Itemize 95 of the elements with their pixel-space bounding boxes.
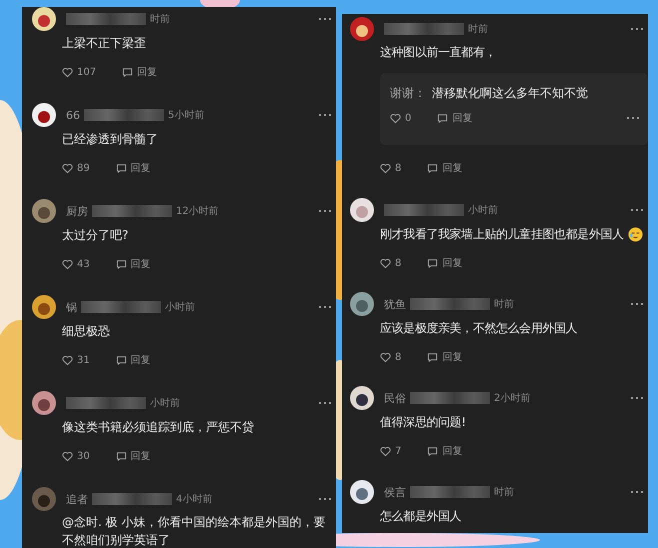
like-count: 8 xyxy=(395,258,402,268)
avatar xyxy=(350,198,374,222)
timestamp: 小时前 xyxy=(150,396,180,410)
comment-text: 刚才我看了我家墙上贴的儿童挂图也都是外国人 xyxy=(380,226,624,243)
comment-text: @念时. 极 小妹，你看中国的绘本都是外国的，要不然咱们别学英语了 xyxy=(62,514,326,548)
avatar xyxy=(350,17,374,41)
avatar xyxy=(350,480,374,504)
reply-link[interactable]: 回复 xyxy=(137,65,158,79)
reply-link[interactable]: 回复 xyxy=(452,111,472,125)
like-count: 31 xyxy=(77,354,90,366)
more-icon[interactable] xyxy=(630,27,644,31)
more-icon[interactable] xyxy=(318,401,332,405)
reply-text: 潜移默化啊这么多年不知不觉 xyxy=(432,85,588,101)
comment-text: 像这类书籍必须追踪到底，严惩不贷 xyxy=(62,419,254,436)
timestamp: 2小时前 xyxy=(494,392,530,405)
avatar xyxy=(32,391,56,415)
heart-icon[interactable] xyxy=(390,112,401,124)
user-name: 锅 xyxy=(66,300,77,314)
heart-icon[interactable] xyxy=(62,450,73,462)
avatar xyxy=(350,292,374,316)
more-icon[interactable] xyxy=(318,497,332,501)
timestamp: 时前 xyxy=(468,22,488,36)
comment-icon[interactable] xyxy=(116,162,127,174)
heart-icon[interactable] xyxy=(380,446,391,456)
like-count: 7 xyxy=(395,446,402,456)
comment-icon[interactable] xyxy=(437,112,448,124)
comment-icon[interactable] xyxy=(116,354,127,366)
heart-icon[interactable] xyxy=(62,66,73,78)
comment-text: 已经渗透到骨髓了 xyxy=(62,131,158,148)
comment-text: 细思极恐 xyxy=(62,323,110,340)
comment-text: 这种图以前一直都有， xyxy=(380,44,496,61)
avatar xyxy=(32,295,56,319)
more-icon[interactable] xyxy=(630,302,644,306)
reply-link[interactable]: 回复 xyxy=(442,444,462,458)
more-icon[interactable] xyxy=(318,305,332,309)
comment-icon[interactable] xyxy=(427,352,438,362)
comment-icon[interactable] xyxy=(116,258,127,270)
comment-icon[interactable] xyxy=(122,66,134,78)
comment-text: 上梁不正下梁歪 xyxy=(62,35,146,52)
comment-icon[interactable] xyxy=(427,258,438,268)
heart-icon[interactable] xyxy=(62,258,73,270)
timestamp: 时前 xyxy=(150,12,170,26)
comment-text: 应该是极度亲美，不然怎么会用外国人 xyxy=(380,320,578,337)
more-icon[interactable] xyxy=(318,209,332,213)
reply-link[interactable]: 回复 xyxy=(130,257,151,271)
reply-link[interactable]: 回复 xyxy=(130,161,151,175)
more-icon[interactable] xyxy=(318,17,332,21)
user-name: 厨房 xyxy=(66,204,88,218)
comment-icon[interactable] xyxy=(116,450,127,462)
timestamp: 小时前 xyxy=(165,300,195,314)
reply-link[interactable]: 回复 xyxy=(442,350,462,364)
reply-link[interactable]: 回复 xyxy=(130,353,151,367)
comment-icon[interactable] xyxy=(427,446,438,456)
reply-author: 谢谢： xyxy=(390,85,426,101)
comment-text: 值得深思的问题! xyxy=(380,414,466,431)
timestamp: 4小时前 xyxy=(176,492,212,506)
avatar xyxy=(32,103,56,127)
reply-link[interactable]: 回复 xyxy=(442,161,462,175)
more-icon[interactable] xyxy=(630,208,644,212)
timestamp: 5小时前 xyxy=(168,108,204,122)
heart-icon[interactable] xyxy=(62,354,73,366)
emoji-icon xyxy=(628,226,643,242)
timestamp: 时前 xyxy=(494,298,514,311)
like-count: 43 xyxy=(77,258,90,270)
like-count: 107 xyxy=(77,66,96,78)
timestamp: 12小时前 xyxy=(176,204,219,218)
more-icon[interactable] xyxy=(630,396,644,400)
timestamp: 小时前 xyxy=(468,204,498,217)
more-icon[interactable] xyxy=(630,490,644,494)
like-count: 30 xyxy=(77,450,90,462)
like-count: 8 xyxy=(395,162,402,174)
reply-link[interactable]: 回复 xyxy=(130,449,151,463)
heart-icon[interactable] xyxy=(380,258,391,268)
reply-link[interactable]: 回复 xyxy=(442,256,462,270)
more-icon[interactable] xyxy=(318,113,332,117)
heart-icon[interactable] xyxy=(62,162,73,174)
heart-icon[interactable] xyxy=(380,352,391,362)
user-name: 民俗 xyxy=(384,390,406,406)
user-name: 侯言 xyxy=(384,484,406,500)
avatar xyxy=(32,7,56,31)
like-count: 89 xyxy=(77,162,90,174)
user-name: 66 xyxy=(66,108,80,122)
avatar xyxy=(32,487,56,511)
timestamp: 时前 xyxy=(494,486,514,499)
comment-text: 怎么都是外国人 xyxy=(380,508,462,525)
like-count: 0 xyxy=(405,112,412,124)
avatar xyxy=(32,199,56,223)
user-name: 追者 xyxy=(66,492,88,506)
comment-icon[interactable] xyxy=(427,162,438,174)
like-count: 8 xyxy=(395,352,402,362)
user-name: 犹鱼 xyxy=(384,296,406,312)
avatar xyxy=(350,386,374,410)
comment-text: 太过分了吧? xyxy=(62,227,128,244)
more-icon[interactable] xyxy=(626,116,640,120)
heart-icon[interactable] xyxy=(380,162,391,174)
